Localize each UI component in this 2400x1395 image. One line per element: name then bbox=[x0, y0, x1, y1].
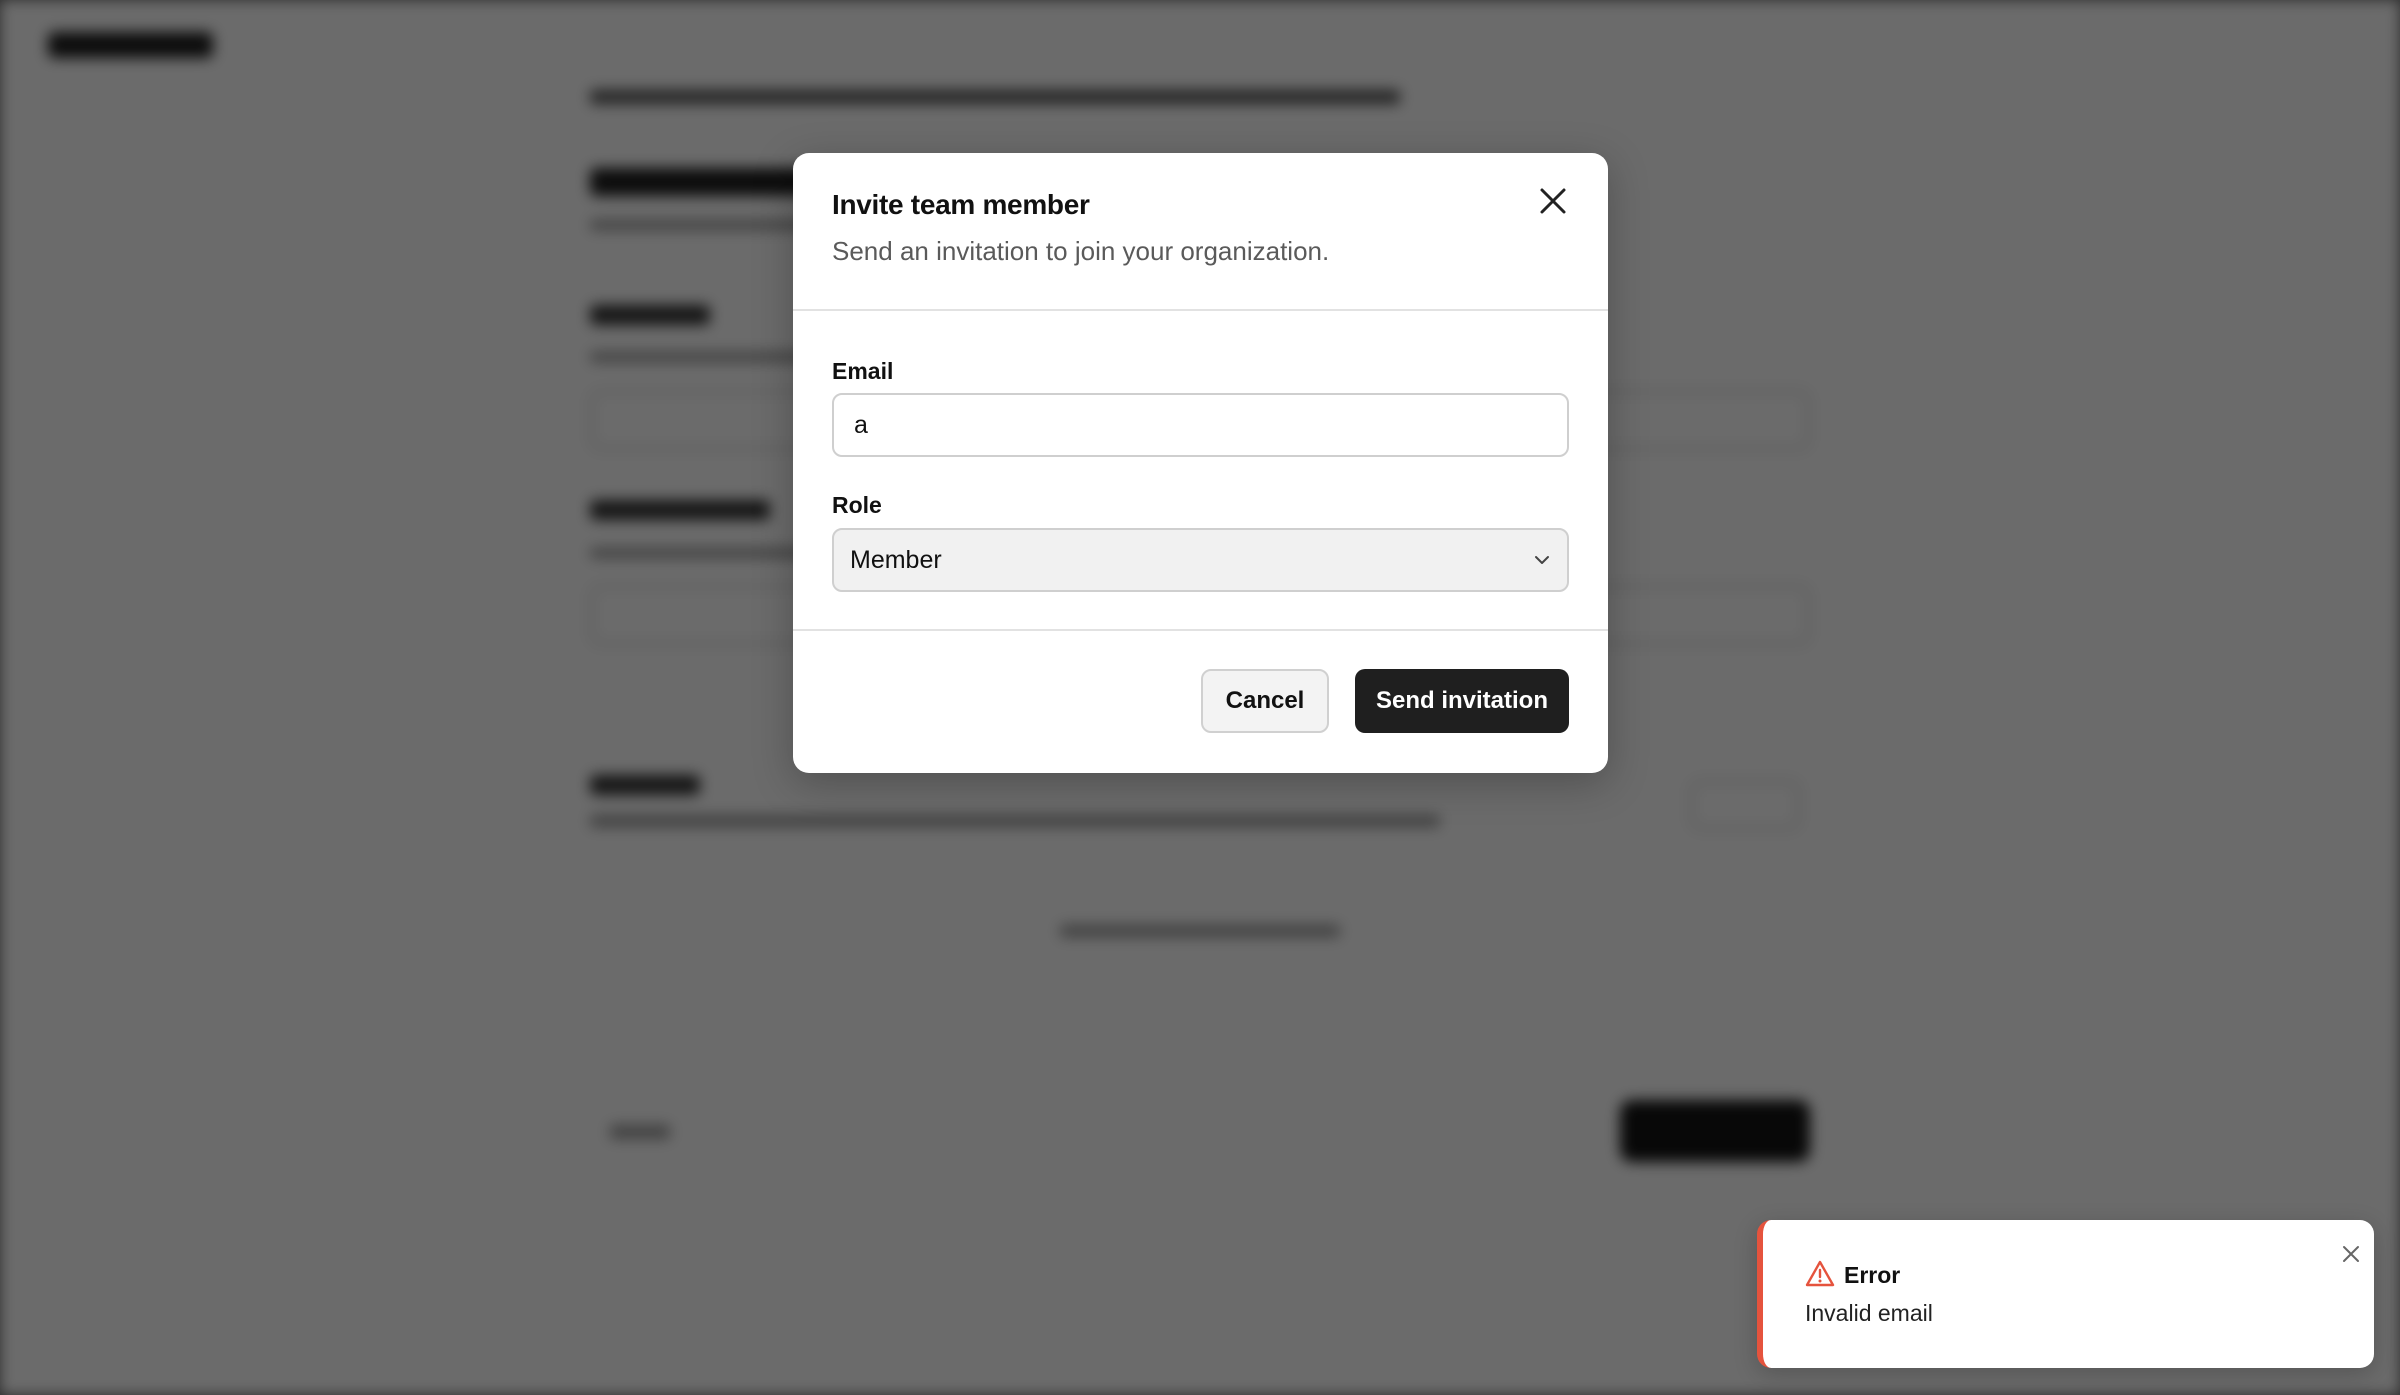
error-toast: Error Invalid email bbox=[1757, 1220, 2374, 1368]
chevron-down-icon bbox=[1535, 556, 1549, 564]
invite-dialog: Invite team member Send an invitation to… bbox=[793, 153, 1608, 773]
warning-triangle-icon bbox=[1805, 1260, 1835, 1287]
send-invitation-button[interactable]: Send invitation bbox=[1355, 669, 1569, 733]
close-dialog-button[interactable] bbox=[1533, 181, 1573, 221]
dialog-header: Invite team member Send an invitation to… bbox=[793, 153, 1608, 311]
role-selected-value: Member bbox=[850, 545, 942, 574]
footer-divider bbox=[793, 629, 1608, 631]
close-toast-button[interactable] bbox=[2339, 1242, 2363, 1266]
cancel-button[interactable]: Cancel bbox=[1201, 669, 1329, 733]
email-field[interactable] bbox=[832, 393, 1569, 457]
close-icon bbox=[1540, 188, 1566, 214]
close-icon bbox=[2343, 1246, 2359, 1262]
toast-message: Invalid email bbox=[1805, 1300, 1933, 1326]
dialog-title: Invite team member bbox=[832, 189, 1090, 220]
dialog-description: Send an invitation to join your organiza… bbox=[832, 236, 1330, 266]
email-label: Email bbox=[832, 358, 894, 384]
role-select[interactable]: Member bbox=[832, 528, 1569, 592]
toast-title: Error bbox=[1844, 1262, 1901, 1288]
role-label: Role bbox=[832, 492, 882, 518]
